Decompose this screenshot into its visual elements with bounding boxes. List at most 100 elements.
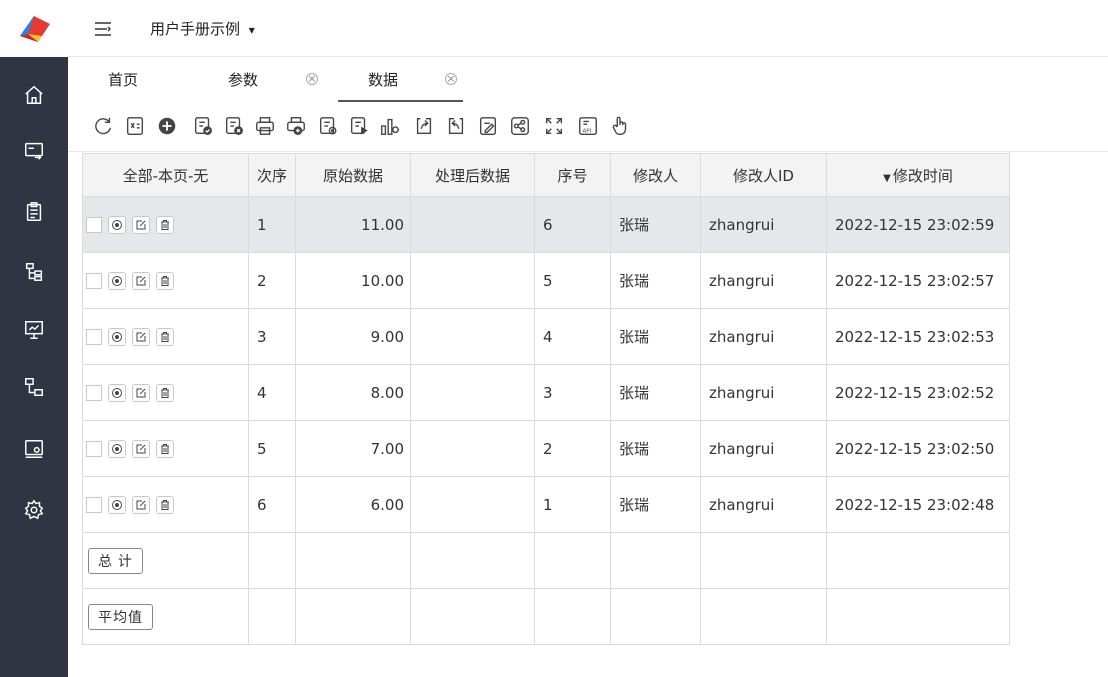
empty-cell	[295, 532, 411, 589]
view-icon[interactable]	[108, 495, 126, 514]
cell-modifier-id: zhangrui	[700, 420, 827, 477]
cell-order: 3	[248, 308, 296, 365]
cell-modifier-id: zhangrui	[700, 196, 827, 253]
table-row[interactable]: 3 9.00 4 张瑞 zhangrui 2022-12-15 23:02:53	[82, 308, 1010, 365]
empty-cell	[534, 588, 611, 645]
chart-icon[interactable]	[378, 114, 402, 138]
view-icon[interactable]	[108, 327, 126, 346]
cell-modifier-id: zhangrui	[700, 252, 827, 309]
api-icon[interactable]: API	[576, 114, 600, 138]
edit-icon[interactable]	[132, 439, 150, 458]
table-row[interactable]: 6 6.00 1 张瑞 zhangrui 2022-12-15 23:02:48	[82, 476, 1010, 533]
column-header-modifier[interactable]: 修改人	[610, 153, 701, 197]
delete-icon[interactable]	[156, 271, 174, 290]
cell-raw: 9.00	[295, 308, 411, 365]
menu-toggle-icon[interactable]	[92, 18, 114, 40]
delete-icon[interactable]	[156, 215, 174, 234]
run-report-icon[interactable]	[347, 114, 371, 138]
cell-processed	[410, 420, 535, 477]
edit-icon[interactable]	[132, 495, 150, 514]
table-row[interactable]: 2 10.00 5 张瑞 zhangrui 2022-12-15 23:02:57	[82, 252, 1010, 309]
column-header-label: 修改时间	[892, 166, 953, 185]
empty-cell	[248, 532, 296, 589]
cell-order: 2	[248, 252, 296, 309]
print-icon[interactable]	[253, 114, 277, 138]
reject-icon[interactable]	[222, 114, 246, 138]
tab-home[interactable]: 首页	[108, 57, 138, 102]
column-header-order[interactable]: 次序	[248, 153, 296, 197]
tab-data[interactable]: 数据	[368, 57, 398, 102]
cell-modified-time: 2022-12-15 23:02:52	[826, 364, 1010, 421]
close-icon[interactable]: ×	[445, 73, 457, 85]
refresh-icon[interactable]	[91, 114, 115, 138]
view-icon[interactable]	[108, 215, 126, 234]
average-button[interactable]: 平均值	[88, 603, 153, 630]
share-out-icon[interactable]	[412, 114, 436, 138]
export-excel-icon[interactable]	[123, 114, 147, 138]
select-all-header[interactable]: 全部-本页-无	[82, 153, 249, 197]
delete-icon[interactable]	[156, 495, 174, 514]
delete-icon[interactable]	[156, 439, 174, 458]
cell-modifier-id: zhangrui	[700, 476, 827, 533]
empty-cell	[700, 588, 827, 645]
delete-icon[interactable]	[156, 327, 174, 346]
approve-icon[interactable]	[191, 114, 215, 138]
tree-icon[interactable]	[0, 244, 68, 300]
row-checkbox[interactable]	[86, 328, 102, 345]
print-settings-icon[interactable]	[316, 114, 340, 138]
total-row: 总 计	[82, 532, 1010, 589]
column-header-seq[interactable]: 序号	[534, 153, 611, 197]
column-header-modified-time[interactable]: ▼ 修改时间	[826, 153, 1010, 197]
add-icon[interactable]	[155, 114, 179, 138]
view-icon[interactable]	[108, 383, 126, 402]
row-checkbox[interactable]	[86, 440, 102, 457]
gear-icon[interactable]	[0, 482, 68, 538]
row-actions	[84, 383, 248, 402]
edit-doc-icon[interactable]	[476, 114, 500, 138]
row-actions	[84, 439, 248, 458]
edit-icon[interactable]	[132, 271, 150, 290]
total-button[interactable]: 总 计	[88, 547, 143, 574]
screen-arrow-icon[interactable]	[0, 123, 68, 179]
presentation-icon[interactable]	[0, 302, 68, 358]
org-chart-icon[interactable]	[0, 359, 68, 415]
cell-raw: 11.00	[295, 196, 411, 253]
edit-icon[interactable]	[132, 215, 150, 234]
view-icon[interactable]	[108, 271, 126, 290]
cell-modifier: 张瑞	[610, 476, 701, 533]
monitor-settings-icon[interactable]	[0, 421, 68, 477]
tab-params[interactable]: 参数	[228, 57, 258, 102]
empty-cell	[700, 532, 827, 589]
empty-cell	[410, 532, 535, 589]
app-logo[interactable]	[0, 0, 68, 57]
view-icon[interactable]	[108, 439, 126, 458]
hand-pointer-icon[interactable]	[608, 114, 632, 138]
row-checkbox[interactable]	[86, 384, 102, 401]
edit-icon[interactable]	[132, 327, 150, 346]
toolbar: API	[68, 102, 1108, 152]
table-row[interactable]: 4 8.00 3 张瑞 zhangrui 2022-12-15 23:02:52	[82, 364, 1010, 421]
fullscreen-icon[interactable]	[542, 114, 566, 138]
cell-modifier: 张瑞	[610, 364, 701, 421]
delete-icon[interactable]	[156, 383, 174, 402]
column-header-modifier-id[interactable]: 修改人ID	[700, 153, 827, 197]
column-header-raw[interactable]: 原始数据	[295, 153, 411, 197]
table-row[interactable]: 1 11.00 6 张瑞 zhangrui 2022-12-15 23:02:59	[82, 196, 1010, 253]
home-icon[interactable]	[0, 67, 68, 123]
app-title-dropdown[interactable]: 用户手册示例 ▾	[150, 18, 255, 39]
row-actions-cell	[82, 196, 249, 253]
edit-icon[interactable]	[132, 383, 150, 402]
column-header-processed[interactable]: 处理后数据	[410, 153, 535, 197]
tab-bar: 首页 参数 × 数据 ×	[68, 57, 1108, 102]
row-checkbox[interactable]	[86, 216, 102, 233]
row-checkbox[interactable]	[86, 272, 102, 289]
share-link-icon[interactable]	[508, 114, 532, 138]
cell-seq: 6	[534, 196, 611, 253]
clipboard-icon[interactable]	[0, 184, 68, 240]
table-row[interactable]: 5 7.00 2 张瑞 zhangrui 2022-12-15 23:02:50	[82, 420, 1010, 477]
print-add-icon[interactable]	[284, 114, 308, 138]
row-checkbox[interactable]	[86, 496, 102, 513]
close-icon[interactable]: ×	[306, 73, 318, 85]
share-back-icon[interactable]	[444, 114, 468, 138]
cell-order: 6	[248, 476, 296, 533]
